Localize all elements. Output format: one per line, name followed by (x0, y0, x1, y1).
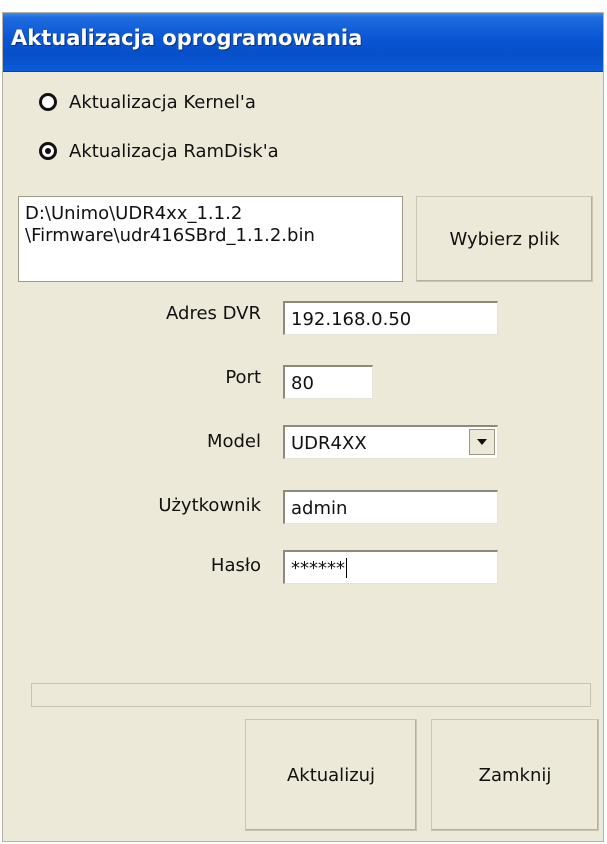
choose-file-button[interactable]: Wybierz plik (416, 196, 593, 282)
radio-checked-icon (39, 142, 57, 160)
update-dialog: Aktualizacja oprogramowania Aktualizacja… (2, 12, 604, 842)
port-input[interactable]: 80 (283, 365, 373, 399)
password-input[interactable]: ****** (283, 550, 498, 584)
update-button[interactable]: Aktualizuj (245, 719, 417, 831)
radio-ramdisk-update[interactable]: Aktualizacja RamDisk'a (39, 136, 279, 166)
address-label: Adres DVR (166, 303, 261, 324)
window-title: Aktualizacja oprogramowania (11, 26, 363, 50)
model-label: Model (206, 431, 261, 452)
radio-kernel-update[interactable]: Aktualizacja Kernel'a (39, 87, 256, 117)
password-label: Hasło (210, 555, 261, 576)
user-label: Użytkownik (158, 495, 261, 516)
radio-ramdisk-label: Aktualizacja RamDisk'a (69, 140, 279, 162)
text-caret (346, 558, 347, 578)
file-path-display: D:\Unimo\UDR4xx_1.1.2 \Firmware\udr416SB… (18, 196, 403, 282)
model-selected-value: UDR4XX (291, 433, 367, 454)
update-progress-bar (31, 683, 591, 707)
model-select[interactable]: UDR4XX (283, 425, 498, 459)
radio-kernel-label: Aktualizacja Kernel'a (69, 91, 256, 113)
close-button[interactable]: Zamknij (431, 719, 599, 831)
title-bar[interactable]: Aktualizacja oprogramowania (3, 13, 603, 72)
user-input[interactable]: admin (283, 490, 498, 524)
port-label: Port (225, 367, 261, 388)
address-input[interactable]: 192.168.0.50 (283, 301, 498, 335)
file-path-line-1: D:\Unimo\UDR4xx_1.1.2 (25, 203, 243, 224)
file-path-line-2: \Firmware\udr416SBrd_1.1.2.bin (25, 225, 315, 246)
password-mask: ****** (291, 558, 345, 579)
dropdown-arrow-icon[interactable] (469, 429, 495, 455)
radio-unchecked-icon (39, 93, 57, 111)
